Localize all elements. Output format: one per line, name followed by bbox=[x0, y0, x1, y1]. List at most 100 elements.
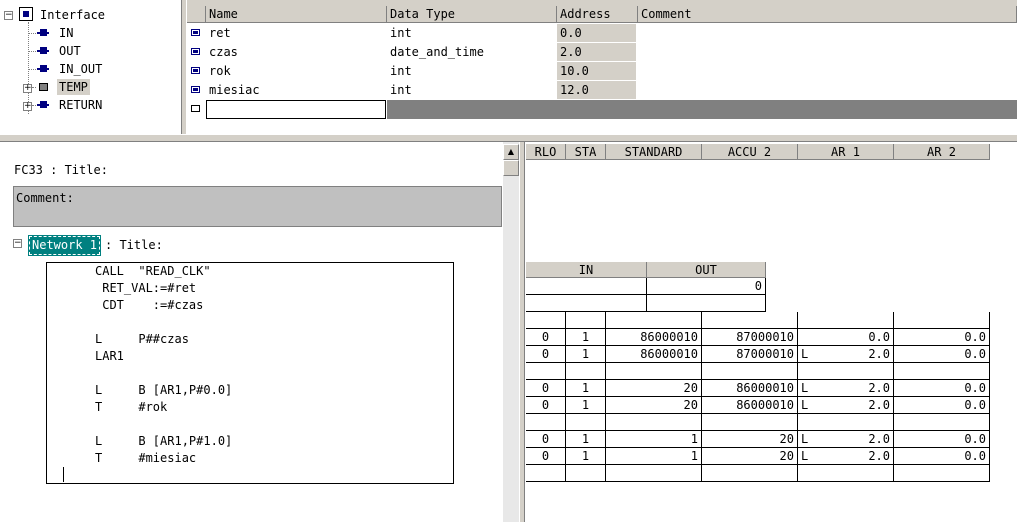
block-comment-area[interactable]: Comment: bbox=[13, 186, 502, 227]
statement-list-box[interactable]: CALL "READ_CLK" RET_VAL:=#ret CDT :=#cza… bbox=[46, 262, 454, 484]
status-header-ar2: AR 2 bbox=[894, 144, 990, 160]
column-header-comment[interactable]: Comment bbox=[638, 6, 1017, 23]
standard-cell: 86000010 bbox=[606, 329, 702, 346]
standard-cell bbox=[606, 465, 702, 482]
ar2-cell bbox=[894, 465, 990, 482]
ar1-cell: L 2.0 bbox=[798, 346, 894, 363]
comment-label: Comment: bbox=[16, 191, 74, 205]
status-panel: RLO STA STANDARD ACCU 2 AR 1 AR 2 IN OUT… bbox=[526, 142, 1017, 522]
ar1-value: 2.0 bbox=[868, 381, 890, 395]
tree-item-in-out[interactable]: IN_OUT bbox=[59, 61, 102, 77]
tree-root-interface[interactable]: Interface bbox=[40, 7, 105, 23]
code-line[interactable]: CALL "READ_CLK" bbox=[95, 263, 211, 280]
status-header-accu2: ACCU 2 bbox=[702, 144, 798, 160]
variable-icon bbox=[191, 29, 200, 36]
variable-icon bbox=[191, 48, 200, 55]
sta-cell: 1 bbox=[566, 346, 606, 363]
new-row-icon bbox=[191, 105, 200, 112]
rlo-cell: 0 bbox=[526, 346, 566, 363]
ar1-cell bbox=[798, 414, 894, 431]
ar1-prefix: L bbox=[801, 398, 809, 412]
rlo-cell: 0 bbox=[526, 431, 566, 448]
sta-cell: 1 bbox=[566, 448, 606, 465]
decl-name-cell[interactable]: czas bbox=[206, 43, 387, 61]
rlo-cell: 0 bbox=[526, 380, 566, 397]
sta-cell bbox=[566, 414, 606, 431]
sta-cell: 1 bbox=[566, 380, 606, 397]
code-line[interactable]: L P##czas bbox=[95, 331, 189, 348]
in-header: IN bbox=[526, 262, 647, 278]
tree-item-in[interactable]: IN bbox=[59, 25, 73, 41]
ar2-cell: 0.0 bbox=[894, 397, 990, 414]
ar1-cell: L 2.0 bbox=[798, 448, 894, 465]
expand-icon[interactable]: + bbox=[23, 84, 32, 93]
rlo-cell bbox=[526, 363, 566, 380]
decl-type-cell[interactable]: int bbox=[387, 24, 557, 42]
tree-item-return[interactable]: RETURN bbox=[59, 97, 102, 113]
ar1-prefix: L bbox=[801, 432, 809, 446]
status-header-sta: STA bbox=[566, 144, 606, 160]
decl-address-cell: 10.0 bbox=[557, 62, 636, 80]
rlo-cell bbox=[526, 414, 566, 431]
variable-icon bbox=[191, 67, 200, 74]
code-line[interactable]: CDT :=#czas bbox=[95, 297, 203, 314]
rlo-cell: 0 bbox=[526, 329, 566, 346]
standard-cell: 20 bbox=[606, 397, 702, 414]
ar1-value: 2.0 bbox=[868, 398, 890, 412]
column-header-data-type[interactable]: Data Type bbox=[387, 6, 557, 23]
decl-type-cell[interactable]: int bbox=[387, 62, 557, 80]
code-line[interactable]: RET_VAL:=#ret bbox=[95, 280, 196, 297]
scroll-thumb[interactable] bbox=[503, 160, 519, 176]
collapse-network-icon[interactable]: − bbox=[13, 239, 22, 248]
in-value-cell bbox=[526, 278, 647, 295]
ar1-cell bbox=[798, 363, 894, 380]
decl-address-cell: 2.0 bbox=[557, 43, 636, 61]
code-line[interactable]: T #rok bbox=[95, 399, 167, 416]
accu2-cell: 20 bbox=[702, 431, 798, 448]
decl-name-cell[interactable]: ret bbox=[206, 24, 387, 42]
code-line[interactable]: LAR1 bbox=[95, 348, 124, 365]
collapse-icon[interactable]: − bbox=[4, 11, 13, 20]
return-param-icon bbox=[37, 101, 49, 109]
accu2-cell bbox=[702, 465, 798, 482]
splitter-status[interactable] bbox=[519, 142, 525, 522]
decl-name-cell[interactable]: rok bbox=[206, 62, 387, 80]
sta-cell bbox=[566, 465, 606, 482]
standard-cell: 1 bbox=[606, 431, 702, 448]
editor-scrollbar[interactable]: ▲ bbox=[503, 142, 519, 522]
column-header-address[interactable]: Address bbox=[557, 6, 638, 23]
code-line[interactable]: L B [AR1,P#1.0] bbox=[95, 433, 232, 450]
interface-tree: − Interface IN OUT IN_OUT + TEMP + RETUR… bbox=[0, 0, 181, 134]
in-value-cell bbox=[526, 295, 647, 312]
code-line[interactable]: T #miesiac bbox=[95, 450, 196, 467]
code-editor[interactable]: FC33 : Title: Comment: − Network 1 : Tit… bbox=[0, 142, 503, 522]
in-param-icon bbox=[37, 29, 49, 37]
ar2-cell: 0.0 bbox=[894, 431, 990, 448]
rlo-cell bbox=[526, 465, 566, 482]
tree-item-out[interactable]: OUT bbox=[59, 43, 81, 59]
accu2-cell bbox=[702, 363, 798, 380]
ar1-cell: L 2.0 bbox=[798, 397, 894, 414]
standard-cell: 1 bbox=[606, 448, 702, 465]
scroll-up-button[interactable]: ▲ bbox=[503, 144, 519, 160]
new-variable-input[interactable] bbox=[206, 100, 386, 119]
standard-cell: 86000010 bbox=[606, 346, 702, 363]
code-line[interactable]: L B [AR1,P#0.0] bbox=[95, 382, 232, 399]
tree-item-temp[interactable]: TEMP bbox=[57, 79, 90, 95]
column-header-name[interactable]: Name bbox=[206, 6, 387, 23]
decl-name-cell[interactable]: miesiac bbox=[206, 81, 387, 99]
accu2-cell: 20 bbox=[702, 448, 798, 465]
expand-icon[interactable]: + bbox=[23, 102, 32, 111]
variable-icon bbox=[191, 86, 200, 93]
decl-type-cell[interactable]: date_and_time bbox=[387, 43, 557, 61]
network-label[interactable]: Network 1 bbox=[27, 235, 102, 256]
status-header-standard: STANDARD bbox=[606, 144, 702, 160]
network-title[interactable]: : Title: bbox=[105, 237, 163, 254]
splitter-horizontal[interactable] bbox=[0, 134, 1017, 142]
block-title[interactable]: FC33 : Title: bbox=[14, 162, 108, 179]
standard-cell bbox=[606, 414, 702, 431]
decl-type-cell[interactable]: int bbox=[387, 81, 557, 99]
accu2-cell: 87000010 bbox=[702, 346, 798, 363]
out-header: OUT bbox=[647, 262, 766, 278]
ar1-value: 2.0 bbox=[868, 347, 890, 361]
